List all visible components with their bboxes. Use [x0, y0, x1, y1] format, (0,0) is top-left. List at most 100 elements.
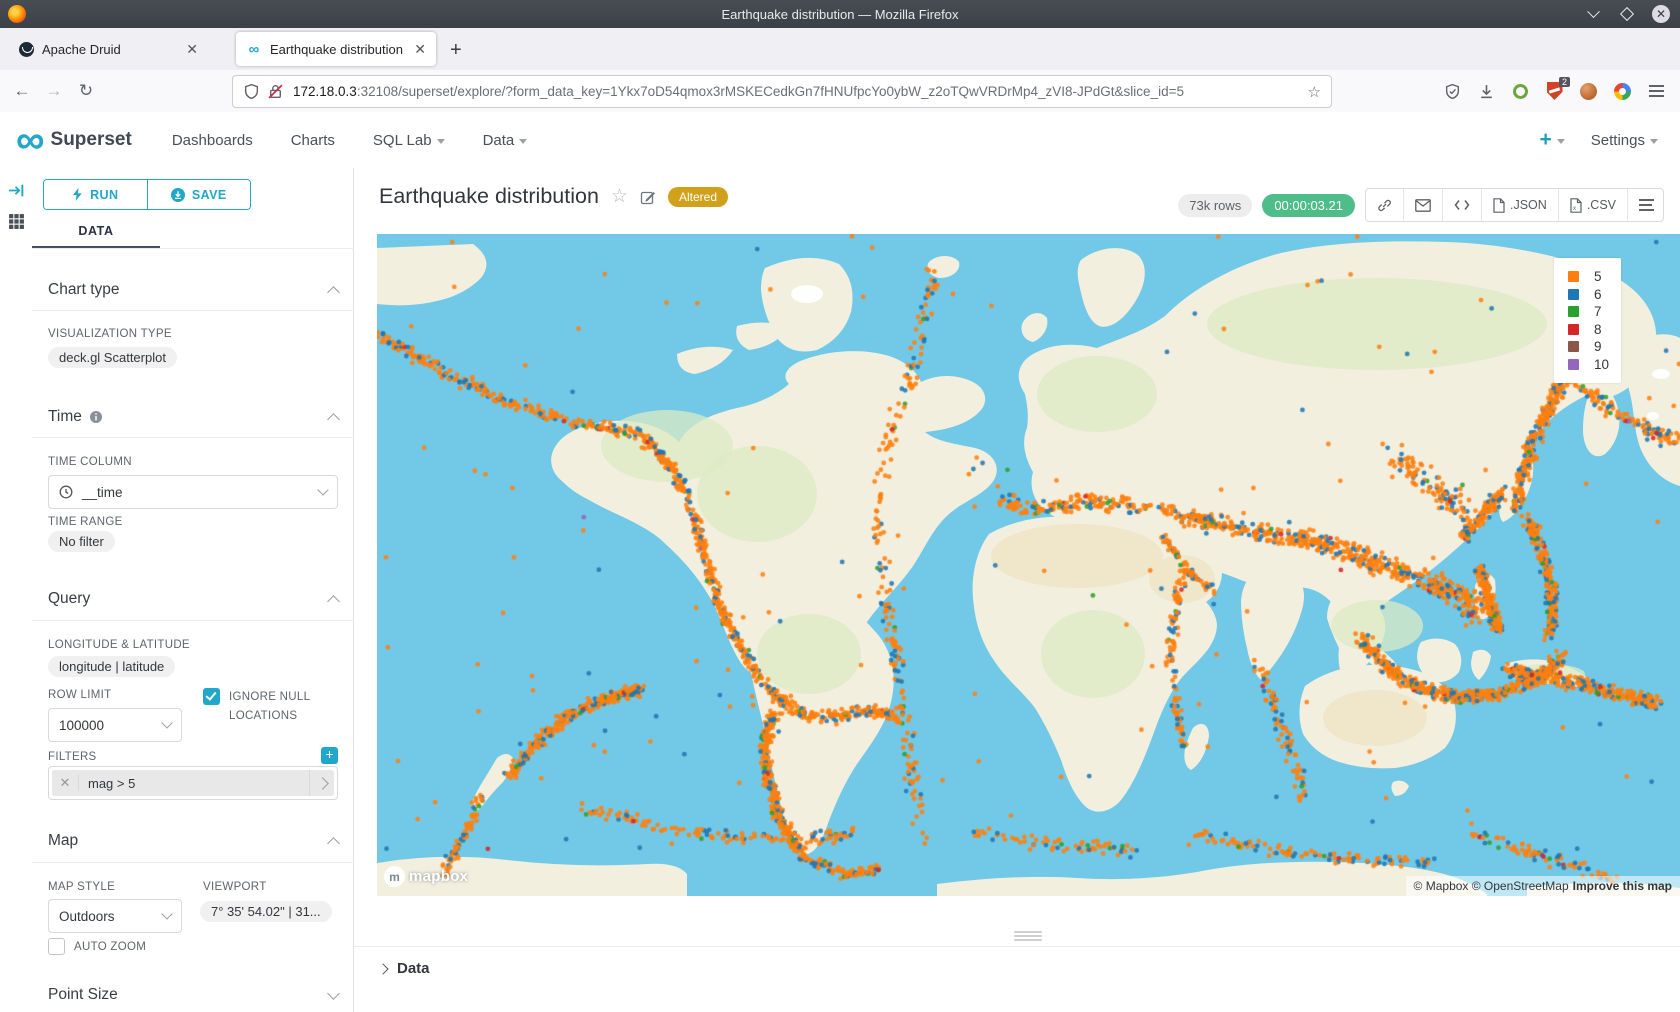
chevron-down-icon — [161, 717, 172, 728]
viz-type-value[interactable]: deck.gl Scatterplot — [48, 347, 177, 368]
lightning-icon — [72, 188, 83, 201]
legend-item: 9 — [1568, 338, 1609, 356]
svg-text:x: x — [1573, 206, 1576, 212]
nav-label: Dashboards — [172, 132, 253, 149]
chart-title: Earthquake distribution — [379, 184, 599, 209]
tab-data[interactable]: DATA — [32, 216, 160, 248]
favorite-star-icon[interactable]: ☆ — [611, 185, 628, 208]
row-limit-select[interactable]: 100000 — [48, 708, 182, 742]
firefox-logo-icon — [8, 5, 26, 23]
privacy-badger-icon[interactable] — [1579, 82, 1598, 101]
section-point-size[interactable]: Point Size — [48, 986, 338, 1004]
mapbox-logo[interactable]: m mapbox — [384, 866, 468, 887]
ignore-null-checkbox[interactable] — [203, 688, 220, 705]
section-title: Time — [48, 408, 82, 426]
section-chart-type[interactable]: Chart type — [48, 281, 338, 299]
reload-button[interactable]: ↻ — [70, 81, 102, 101]
row-limit-value: 100000 — [59, 718, 104, 733]
superset-logo[interactable]: ∞ Superset — [16, 129, 132, 151]
window-maximize-button[interactable] — [1618, 5, 1636, 23]
url-address-field[interactable]: 172.18.0.3 :32108/superset/explore/?form… — [232, 75, 1332, 108]
new-tab-button[interactable]: + — [450, 39, 462, 62]
time-column-select[interactable]: __time — [48, 475, 338, 509]
tracking-shield-icon[interactable] — [243, 83, 260, 100]
filters-label: FILTERS — [48, 751, 97, 763]
section-query[interactable]: Query — [48, 590, 338, 608]
legend-item: 5 — [1568, 268, 1609, 286]
save-button[interactable]: SAVE — [148, 180, 251, 209]
map-style-select[interactable]: Outdoors — [48, 899, 182, 933]
run-button[interactable]: RUN — [44, 180, 148, 209]
chart-menu-button[interactable] — [1628, 189, 1663, 221]
filter-chip[interactable]: ✕ mag > 5 — [52, 770, 334, 796]
collapse-panel-icon[interactable] — [8, 182, 25, 199]
ublock-origin-icon[interactable]: 2 — [1545, 82, 1564, 101]
url-host: 172.18.0.3 — [293, 84, 357, 99]
nav-dashboards[interactable]: Dashboards — [172, 132, 253, 149]
data-results-section[interactable]: Data — [354, 946, 1680, 977]
resize-drag-handle[interactable] — [1014, 931, 1042, 943]
legend-label: 7 — [1594, 304, 1602, 319]
tab-earthquake-distribution[interactable]: ∞ Earthquake distribution ✕ — [236, 32, 436, 66]
window-minimize-button[interactable] — [1584, 5, 1602, 23]
export-csv-button[interactable]: x .CSV — [1559, 189, 1628, 221]
explore-control-panel: RUN SAVE DATA Chart type VISUALIZATION T… — [32, 168, 354, 1012]
section-time[interactable]: Time — [48, 408, 338, 426]
add-filter-button[interactable]: + — [321, 747, 338, 764]
improve-map-link[interactable]: Improve this map — [1573, 879, 1672, 893]
legend-swatch-icon — [1568, 271, 1579, 282]
nav-sql-lab[interactable]: SQL Lab — [373, 132, 445, 149]
bookmark-star-icon[interactable]: ☆ — [1308, 83, 1321, 101]
lonlat-value[interactable]: longitude | latitude — [48, 656, 175, 677]
time-column-value: __time — [82, 485, 123, 500]
viewport-value[interactable]: 7° 35' 54.02" | 31... — [200, 901, 332, 922]
legend-label: 10 — [1594, 357, 1609, 372]
embed-code-button[interactable] — [1443, 189, 1482, 221]
earthquake-points-layer[interactable] — [377, 234, 1680, 896]
viz-type-label: VISUALIZATION TYPE — [48, 328, 172, 340]
filter-expand-icon[interactable] — [309, 770, 334, 796]
forward-button[interactable]: → — [38, 81, 70, 101]
tab-label: Earthquake distribution — [270, 42, 406, 57]
downloads-icon[interactable] — [1477, 82, 1496, 101]
legend-item: 6 — [1568, 286, 1609, 304]
auto-zoom-row[interactable]: AUTO ZOOM — [48, 938, 146, 955]
browser-tab-bar: Apache Druid ✕ ∞ Earthquake distribution… — [0, 28, 1680, 71]
email-button[interactable] — [1404, 189, 1443, 221]
settings-menu[interactable]: Settings — [1591, 132, 1658, 149]
edit-pencil-icon[interactable] — [640, 189, 656, 205]
legend-swatch-icon — [1568, 359, 1579, 370]
extension-green-icon[interactable] — [1511, 82, 1530, 101]
window-close-button[interactable]: ✕ — [1652, 5, 1670, 23]
dataset-grid-icon[interactable] — [8, 213, 25, 230]
legend-label: 6 — [1594, 287, 1602, 302]
nav-data[interactable]: Data — [483, 132, 528, 149]
menu-hamburger-icon[interactable] — [1647, 82, 1666, 101]
add-new-button[interactable]: + — [1540, 128, 1565, 152]
export-json-button[interactable]: .JSON — [1482, 189, 1559, 221]
nav-label: Data — [483, 132, 515, 149]
altered-badge[interactable]: Altered — [668, 187, 728, 207]
nav-charts[interactable]: Charts — [291, 132, 335, 149]
legend-label: 8 — [1594, 322, 1602, 337]
insecure-lock-icon[interactable] — [267, 83, 284, 100]
remove-filter-icon[interactable]: ✕ — [52, 775, 79, 791]
filter-container: ✕ mag > 5 — [48, 766, 338, 800]
back-button[interactable]: ← — [6, 81, 38, 101]
time-range-value[interactable]: No filter — [48, 531, 115, 552]
ublock-badge: 2 — [1559, 77, 1570, 87]
legend-swatch-icon — [1568, 324, 1579, 335]
tab-apache-druid[interactable]: Apache Druid ✕ — [8, 32, 208, 66]
ignore-null-checkbox-row[interactable]: IGNORE NULL LOCATIONS — [203, 688, 310, 726]
copy-link-button[interactable] — [1366, 189, 1404, 221]
tab-close-icon[interactable]: ✕ — [186, 41, 198, 58]
auto-zoom-checkbox[interactable] — [48, 938, 65, 955]
protections-shield-icon[interactable] — [1443, 82, 1462, 101]
legend-item: 10 — [1568, 356, 1609, 374]
chevron-down-icon — [327, 987, 340, 1000]
extension-pinwheel-icon[interactable] — [1613, 82, 1632, 101]
deckgl-scatterplot-map[interactable]: 5678910 m mapbox © Mapbox © OpenStreetMa… — [377, 234, 1680, 896]
chevron-down-icon — [161, 908, 172, 919]
section-map[interactable]: Map — [48, 832, 338, 850]
tab-close-icon[interactable]: ✕ — [414, 41, 426, 58]
